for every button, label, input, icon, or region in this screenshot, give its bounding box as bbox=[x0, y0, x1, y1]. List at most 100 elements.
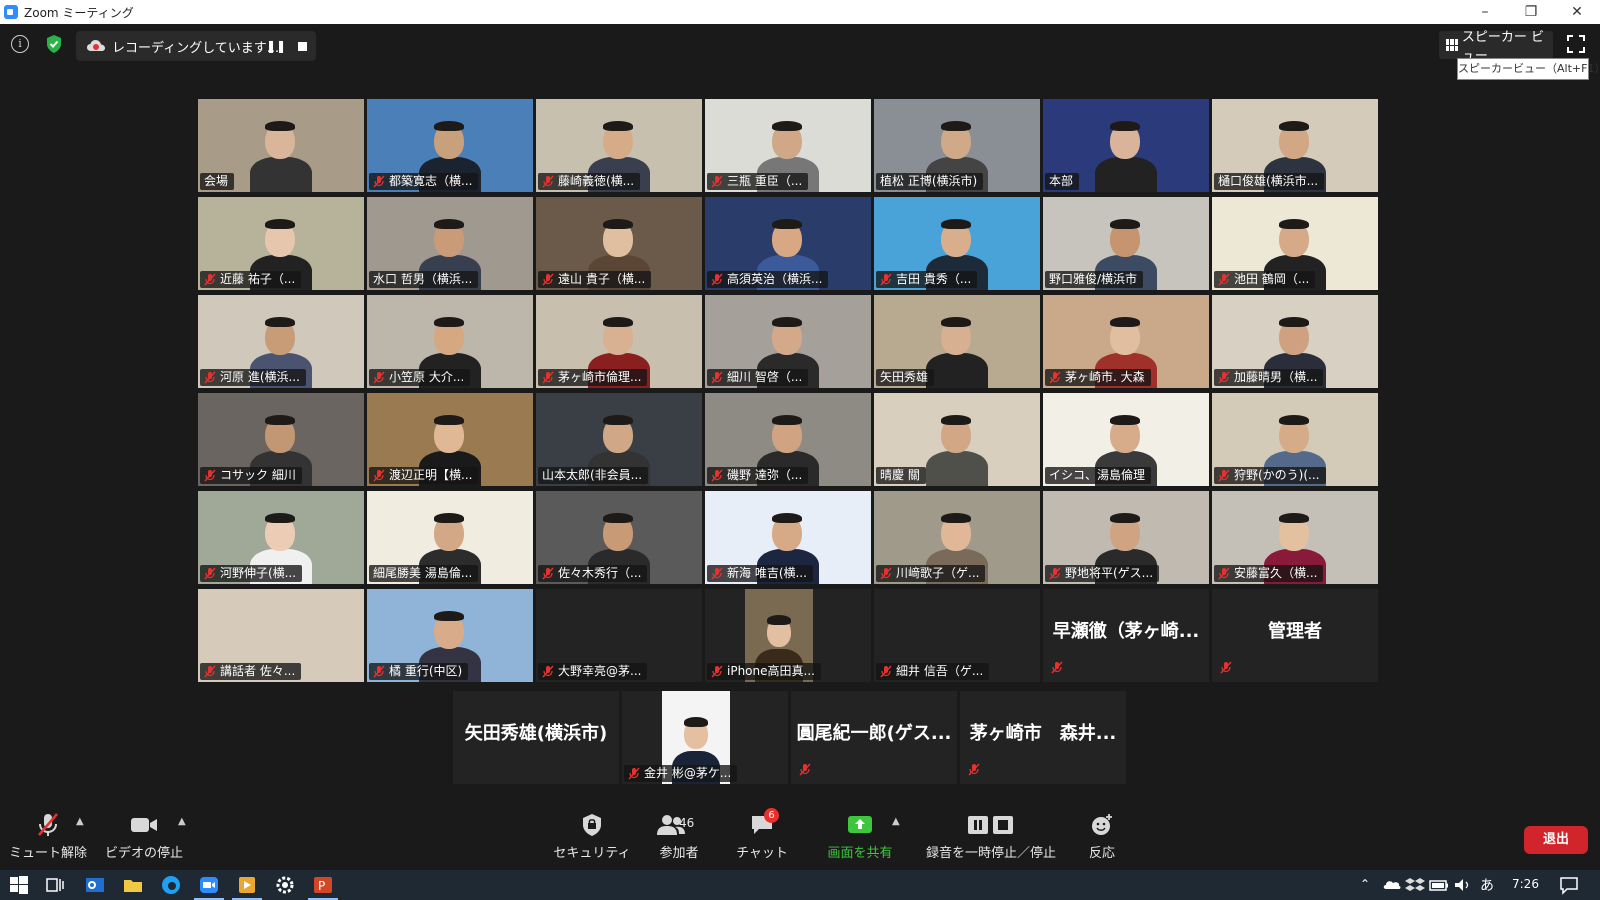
participants-count: 46 bbox=[679, 816, 695, 830]
participant-tile[interactable]: 金井 彬@茅ケ... bbox=[622, 691, 788, 784]
participant-tile[interactable]: 三瓶 重臣（... bbox=[705, 99, 871, 192]
participant-tile[interactable]: 野地将平(ゲス... bbox=[1043, 491, 1209, 584]
mic-muted-icon bbox=[1218, 469, 1230, 482]
participant-tile[interactable]: 高須英治（横浜... bbox=[705, 197, 871, 290]
participant-tile[interactable]: 樋口俊雄(横浜市... bbox=[1212, 99, 1378, 192]
file-explorer-icon[interactable] bbox=[122, 874, 144, 896]
participant-tile[interactable]: 河野伸子(横... bbox=[198, 491, 364, 584]
mic-muted-icon bbox=[880, 273, 892, 286]
powerpoint-icon[interactable]: P bbox=[312, 874, 334, 896]
pause-stop-recording-button[interactable]: 録音を一時停止／停止 bbox=[916, 810, 1066, 866]
participant-tile[interactable]: 佐々木秀行（... bbox=[536, 491, 702, 584]
participant-tile[interactable]: 新海 唯吉(横... bbox=[705, 491, 871, 584]
pause-recording-icon[interactable]: ❚❚ bbox=[266, 39, 286, 53]
participant-tile[interactable]: 早瀬徹（茅ヶ崎... bbox=[1043, 589, 1209, 682]
participant-tile[interactable]: コサック 細川 bbox=[198, 393, 364, 486]
participant-name: 細尾勝美 湯島倫... bbox=[373, 566, 473, 580]
participant-name-label: 植松 正博(横浜市) bbox=[876, 173, 984, 190]
participant-tile[interactable]: 講話者 佐々... bbox=[198, 589, 364, 682]
recording-text: レコーディングしています... bbox=[112, 40, 280, 56]
participant-name: iPhone高田真... bbox=[727, 664, 815, 678]
ime-indicator[interactable]: あ bbox=[1480, 875, 1494, 895]
participant-tile[interactable]: 小笠原 大介... bbox=[367, 295, 533, 388]
edge-browser-icon[interactable] bbox=[160, 874, 182, 896]
outlook-icon[interactable] bbox=[84, 874, 106, 896]
participant-tile[interactable]: 山本太郎(非会員... bbox=[536, 393, 702, 486]
restore-button[interactable]: ❐ bbox=[1508, 0, 1554, 24]
video-camera-icon bbox=[131, 818, 157, 832]
security-button[interactable]: セキュリティ bbox=[552, 810, 632, 866]
minimize-button[interactable]: – bbox=[1462, 0, 1508, 24]
participant-tile[interactable]: 吉田 貴秀（... bbox=[874, 197, 1040, 290]
participant-tile[interactable]: 大野幸亮@茅... bbox=[536, 589, 702, 682]
zoom-taskbar-icon[interactable] bbox=[198, 874, 220, 896]
chat-button[interactable]: 6 チャット bbox=[730, 808, 794, 866]
participant-tile[interactable]: 近藤 祐子（... bbox=[198, 197, 364, 290]
participant-tile[interactable]: 晴慶 關 bbox=[874, 393, 1040, 486]
stop-recording-icon[interactable] bbox=[298, 42, 307, 51]
participant-tile[interactable]: 狩野(かのう)(... bbox=[1212, 393, 1378, 486]
notification-center-icon[interactable] bbox=[1558, 874, 1580, 896]
volume-icon[interactable] bbox=[1452, 874, 1474, 896]
participant-name-label: 川﨑歌子（ゲ... bbox=[876, 565, 986, 582]
participant-name-label: 磯野 達弥（... bbox=[707, 467, 809, 484]
share-options-caret-icon[interactable]: ▲ bbox=[892, 816, 900, 827]
participant-tile[interactable]: 安藤富久（横... bbox=[1212, 491, 1378, 584]
participant-tile[interactable]: 遠山 貴子（横... bbox=[536, 197, 702, 290]
participant-tile[interactable]: 河原 進(横浜... bbox=[198, 295, 364, 388]
participant-tile[interactable]: 茅ヶ崎市 森井... bbox=[960, 691, 1126, 784]
participant-tile[interactable]: 藤崎義徳(横... bbox=[536, 99, 702, 192]
participant-name-label: 都築寛志（横... bbox=[369, 173, 479, 190]
participant-tile[interactable]: 植松 正博(横浜市) bbox=[874, 99, 1040, 192]
reactions-button[interactable]: 反応 bbox=[1070, 810, 1134, 866]
participant-tile[interactable]: 磯野 達弥（... bbox=[705, 393, 871, 486]
participant-tile[interactable]: 細井 信吾（ゲ... bbox=[874, 589, 1040, 682]
mic-muted-icon bbox=[711, 567, 723, 580]
participant-tile[interactable]: 水口 哲男（横浜... bbox=[367, 197, 533, 290]
settings-gear-icon[interactable] bbox=[274, 874, 296, 896]
participant-tile[interactable]: 野口雅俊/横浜市 bbox=[1043, 197, 1209, 290]
leave-meeting-button[interactable]: 退出 bbox=[1524, 826, 1588, 854]
participant-tile[interactable]: 矢田秀雄(横浜市) bbox=[453, 691, 619, 784]
video-options-caret-icon[interactable]: ▲ bbox=[178, 816, 186, 827]
participant-name-label: 野地将平(ゲス... bbox=[1045, 565, 1160, 582]
participant-name-label: 茅ヶ崎市. 大森 bbox=[1045, 369, 1151, 386]
participant-tile[interactable]: 茅ヶ崎市倫理... bbox=[536, 295, 702, 388]
info-icon[interactable]: i bbox=[11, 35, 29, 53]
participant-tile[interactable]: 池田 鶴岡（... bbox=[1212, 197, 1378, 290]
participant-tile[interactable]: イシコ、湯島倫理 bbox=[1043, 393, 1209, 486]
share-screen-button[interactable]: 画面を共有 bbox=[818, 810, 902, 866]
onedrive-cloud-icon[interactable] bbox=[1381, 874, 1403, 896]
participant-tile[interactable]: 川﨑歌子（ゲ... bbox=[874, 491, 1040, 584]
participant-tile[interactable]: 管理者 bbox=[1212, 589, 1378, 682]
participant-tile[interactable]: 細尾勝美 湯島倫... bbox=[367, 491, 533, 584]
participant-name: 吉田 貴秀（... bbox=[896, 272, 972, 286]
participant-name-label: 大野幸亮@茅... bbox=[538, 663, 648, 680]
media-player-icon[interactable] bbox=[236, 874, 258, 896]
tray-chevron-icon[interactable]: ⌃ bbox=[1360, 877, 1370, 891]
participant-tile[interactable]: 矢田秀雄 bbox=[874, 295, 1040, 388]
participant-tile[interactable]: 茅ヶ崎市. 大森 bbox=[1043, 295, 1209, 388]
task-view-icon[interactable] bbox=[44, 874, 66, 896]
participant-tile[interactable]: 橘 重行(中区) bbox=[367, 589, 533, 682]
participant-tile[interactable]: 都築寛志（横... bbox=[367, 99, 533, 192]
participant-tile[interactable]: 細川 智啓（... bbox=[705, 295, 871, 388]
windows-start-icon[interactable] bbox=[8, 874, 30, 896]
system-clock[interactable]: 7:26 bbox=[1512, 877, 1539, 891]
participant-name-label: iPhone高田真... bbox=[707, 663, 821, 680]
encryption-shield-icon[interactable] bbox=[45, 34, 63, 54]
participant-tile[interactable]: 渡辺正明【横... bbox=[367, 393, 533, 486]
participant-tile[interactable]: 圓尾紀一郎(ゲス... bbox=[791, 691, 957, 784]
stop-video-button[interactable]: ビデオの停止 bbox=[102, 810, 186, 866]
fullscreen-icon[interactable] bbox=[1566, 34, 1586, 54]
participant-tile[interactable]: 会場 bbox=[198, 99, 364, 192]
participant-tile[interactable]: iPhone高田真... bbox=[705, 589, 871, 682]
dropbox-icon[interactable] bbox=[1404, 874, 1426, 896]
participant-tile[interactable]: 本部 bbox=[1043, 99, 1209, 192]
close-button[interactable]: ✕ bbox=[1554, 0, 1600, 24]
audio-options-caret-icon[interactable]: ▲ bbox=[76, 816, 84, 827]
participant-tile[interactable]: 加藤晴男（横... bbox=[1212, 295, 1378, 388]
battery-icon[interactable] bbox=[1428, 874, 1450, 896]
speaker-view-button[interactable]: スピーカー ビュー bbox=[1439, 30, 1553, 64]
participants-button[interactable]: 46 参加者 bbox=[644, 810, 714, 866]
